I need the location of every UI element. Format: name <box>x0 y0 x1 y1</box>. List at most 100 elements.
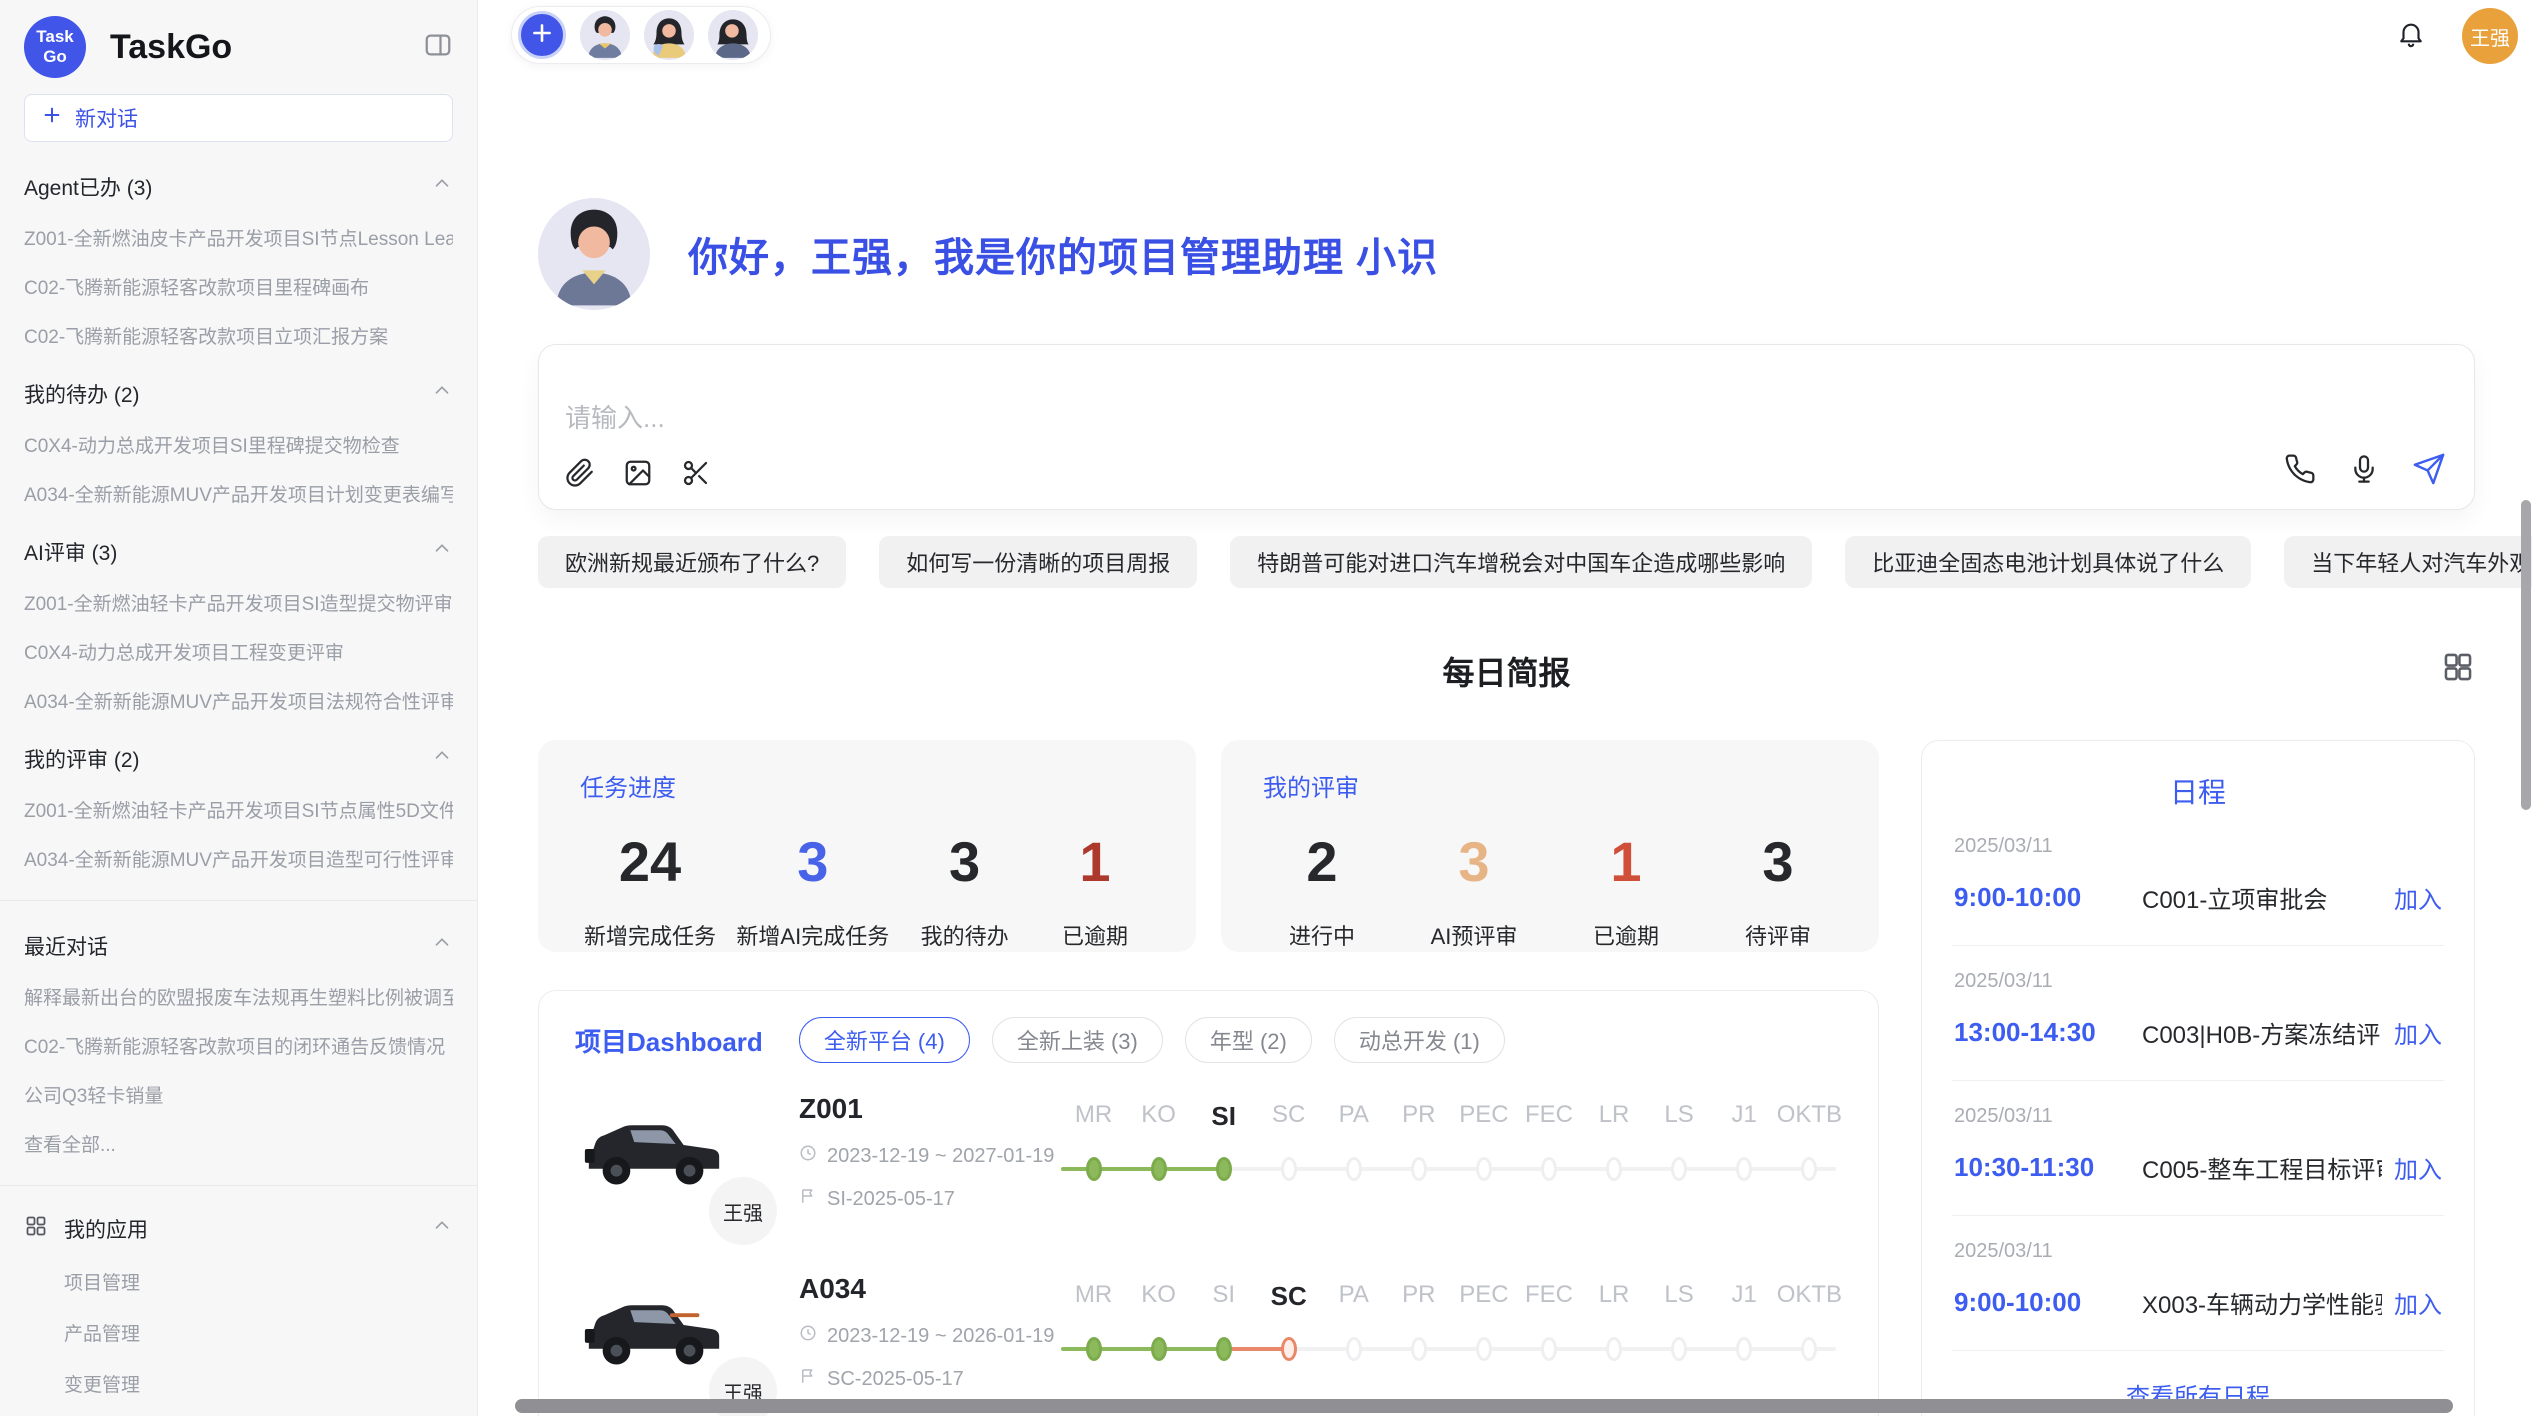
scissors-icon[interactable] <box>681 458 711 493</box>
milestone-dot <box>1346 1157 1362 1181</box>
paperclip-icon[interactable] <box>565 458 595 493</box>
schedule-time: 13:00-14:30 <box>1954 1017 2142 1048</box>
sidebar-item[interactable]: C0X4-动力总成开发项目SI里程碑提交物检查 <box>24 431 453 458</box>
group-header[interactable]: 最近对话 <box>24 931 453 961</box>
milestone-label: FEC <box>1516 1101 1581 1132</box>
my-apps-label: 我的应用 <box>64 1214 415 1244</box>
sidebar-collapse-icon[interactable] <box>423 30 453 65</box>
milestone-dot-done <box>1151 1337 1167 1361</box>
tab-new-body[interactable]: 全新上装 (3) <box>992 1017 1163 1063</box>
milestone-dot <box>1736 1337 1752 1361</box>
sidebar-item-view-all[interactable]: 查看全部... <box>24 1130 453 1157</box>
horizontal-scrollbar[interactable] <box>515 1399 2453 1413</box>
sidebar-item[interactable]: 公司Q3轻卡销量 <box>24 1081 453 1108</box>
suggestion-chip[interactable]: 欧洲新规最近颁布了什么? <box>538 536 846 588</box>
vertical-scrollbar[interactable] <box>2521 500 2531 810</box>
left-column: 任务进度 24 新增完成任务 3 新增AI完成任务 3 <box>538 740 1879 1416</box>
milestone-dot <box>1801 1337 1817 1361</box>
suggestion-chip[interactable]: 当下年轻人对汽车外观有怎样的喜好趋势 <box>2284 536 2532 588</box>
bell-icon[interactable] <box>2396 19 2426 54</box>
milestone-dot <box>1541 1337 1557 1361</box>
join-link[interactable]: 加入 <box>2394 1285 2442 1320</box>
apps-grid-icon <box>24 1214 48 1244</box>
sidebar-item[interactable]: A034-全新新能源MUV产品开发项目造型可行性评审 <box>24 845 453 872</box>
stat-ai-done: 3 新增AI完成任务 <box>736 831 889 951</box>
schedule-title: 日程 <box>1952 771 2444 811</box>
project-flag-text: SI-2025-05-17 <box>827 1188 955 1211</box>
user-avatar[interactable]: 王强 <box>2462 8 2518 64</box>
tab-year-model[interactable]: 年型 (2) <box>1185 1017 1312 1063</box>
group-header[interactable]: 我的待办 (2) <box>24 379 453 409</box>
milestone-dot <box>1476 1337 1492 1361</box>
agent-switcher <box>511 6 771 64</box>
project-row-z001[interactable]: 王强 Z001 2023-12-19 ~ 2027-01-19 SI-2025-… <box>575 1089 1842 1211</box>
my-review-card: 我的评审 2 进行中 3 AI预评审 1 <box>1221 740 1879 952</box>
join-link[interactable]: 加入 <box>2394 880 2442 915</box>
task-progress-card: 任务进度 24 新增完成任务 3 新增AI完成任务 3 <box>538 740 1196 952</box>
milestone-label: LS <box>1647 1101 1712 1132</box>
milestone-dot <box>1606 1157 1622 1181</box>
new-chat-label: 新对话 <box>75 103 138 133</box>
group-header[interactable]: Agent已办 (3) <box>24 172 453 202</box>
sidebar-item[interactable]: 解释最新出台的欧盟报废车法规再生塑料比例被调至15%... <box>24 983 453 1010</box>
milestone-dot <box>1411 1337 1427 1361</box>
tab-new-platform[interactable]: 全新平台 (4) <box>799 1017 970 1063</box>
image-icon[interactable] <box>623 458 653 493</box>
stat-label: 已逾期 <box>1040 919 1150 951</box>
stat-review-overdue: 1 已逾期 <box>1571 831 1681 951</box>
sidebar-item[interactable]: Z001-全新燃油皮卡产品开发项目SI节点Lesson Learn报告 <box>24 224 453 251</box>
composer-input[interactable] <box>565 403 1765 434</box>
group-header[interactable]: 我的评审 (2) <box>24 744 453 774</box>
join-link[interactable]: 加入 <box>2394 1015 2442 1050</box>
send-icon[interactable] <box>2412 452 2446 491</box>
agent-avatar-2[interactable] <box>644 10 694 60</box>
tab-powertrain[interactable]: 动总开发 (1) <box>1334 1017 1505 1063</box>
join-link[interactable]: 加入 <box>2394 1150 2442 1185</box>
milestone-label: MR <box>1061 1281 1126 1312</box>
sidebar-item-project-mgmt[interactable]: 项目管理 <box>64 1268 453 1295</box>
clock-icon <box>799 1144 817 1168</box>
agent-avatar-1[interactable] <box>580 10 630 60</box>
sidebar-item-my-apps[interactable]: 我的应用 <box>24 1214 453 1244</box>
milestone-label: LR <box>1582 1101 1647 1132</box>
right-column: 日程 2025/03/11 9:00-10:00 C001-立项审批会 加入 2… <box>1921 740 2475 1416</box>
stat-value: 1 <box>1040 831 1150 893</box>
sidebar-item[interactable]: Z001-全新燃油轻卡产品开发项目SI节点属性5D文件评审 <box>24 796 453 823</box>
milestone-dot <box>1671 1157 1687 1181</box>
group-header[interactable]: AI评审 (3) <box>24 537 453 567</box>
milestone-label: FEC <box>1516 1281 1581 1312</box>
project-media: 王强 <box>575 1269 733 1387</box>
suggestion-chip[interactable]: 特朗普可能对进口汽车增税会对中国车企造成哪些影响 <box>1230 536 1812 588</box>
clock-icon <box>799 1324 817 1348</box>
milestone-label: J1 <box>1712 1101 1777 1132</box>
project-row-a034[interactable]: 王强 A034 2023-12-19 ~ 2026-01-19 SC-2025-… <box>575 1269 1842 1391</box>
new-chat-button[interactable]: 新对话 <box>24 94 453 142</box>
milestone-label: MR <box>1061 1101 1126 1132</box>
layout-grid-icon[interactable] <box>2441 650 2475 689</box>
stat-value: 3 <box>910 831 1020 893</box>
schedule-date: 2025/03/11 <box>1954 1105 2442 1128</box>
sidebar-item[interactable]: A034-全新新能源MUV产品开发项目计划变更表编写 <box>24 480 453 507</box>
sidebar-item[interactable]: C02-飞腾新能源轻客改款项目立项汇报方案 <box>24 322 453 349</box>
stat-label: 待评审 <box>1723 919 1833 951</box>
phone-icon[interactable] <box>2284 453 2316 490</box>
logo-line2: Go <box>43 47 67 67</box>
suggestion-chip[interactable]: 如何写一份清晰的项目周报 <box>879 536 1197 588</box>
daily-briefing-header: 每日简报 <box>538 648 2475 692</box>
sidebar-item[interactable]: A034-全新新能源MUV产品开发项目法规符合性评审 <box>24 687 453 714</box>
sidebar-item[interactable]: Z001-全新燃油轻卡产品开发项目SI造型提交物评审 <box>24 589 453 616</box>
agent-avatar-3[interactable] <box>708 10 758 60</box>
milestone-label: PR <box>1386 1281 1451 1312</box>
mic-icon[interactable] <box>2348 453 2380 490</box>
suggestion-chip[interactable]: 比亚迪全固态电池计划具体说了什么 <box>1845 536 2251 588</box>
sidebar-item[interactable]: C0X4-动力总成开发项目工程变更评审 <box>24 638 453 665</box>
project-media: 王强 <box>575 1089 733 1207</box>
chevron-up-icon <box>431 745 453 773</box>
assistant-avatar <box>538 198 650 310</box>
sidebar-item-change-mgmt[interactable]: 变更管理 <box>64 1370 453 1397</box>
sidebar-item[interactable]: C02-飞腾新能源轻客改款项目的闭环通告反馈情况 <box>24 1032 453 1059</box>
add-agent-button[interactable] <box>518 11 566 59</box>
plus-icon <box>41 104 63 132</box>
sidebar-item-product-mgmt[interactable]: 产品管理 <box>64 1319 453 1346</box>
sidebar-item[interactable]: C02-飞腾新能源轻客改款项目里程碑画布 <box>24 273 453 300</box>
